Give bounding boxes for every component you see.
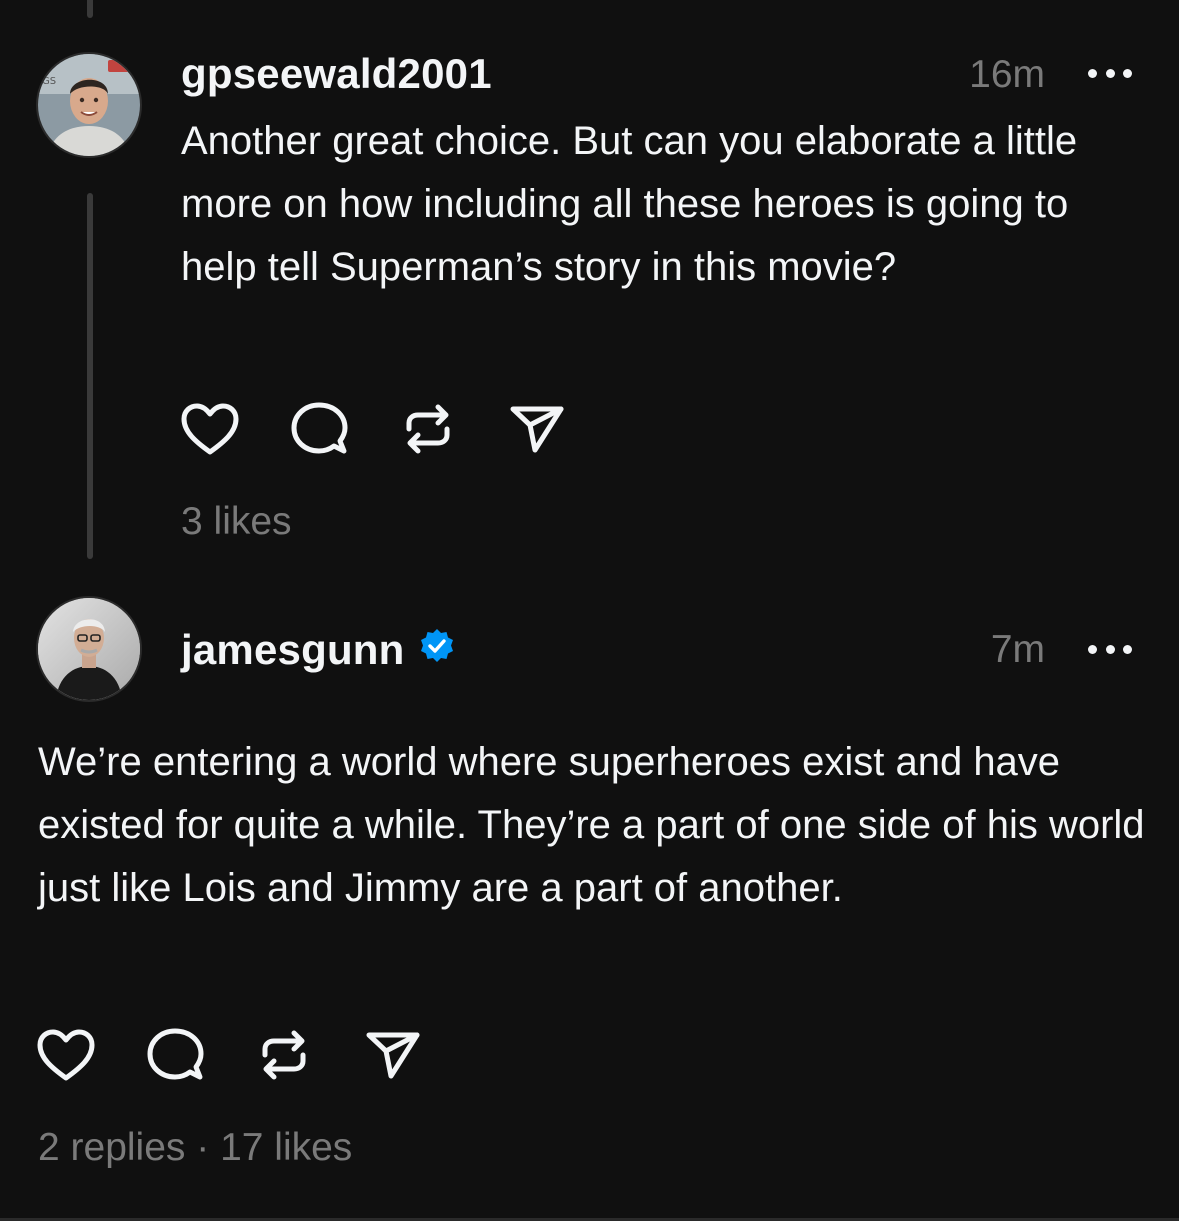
like-button[interactable] — [180, 399, 240, 459]
username[interactable]: gpseewald2001 — [181, 50, 492, 98]
share-button[interactable] — [363, 1025, 423, 1085]
like-button[interactable] — [36, 1025, 96, 1085]
username-text: jamesgunn — [181, 626, 405, 673]
comment-bubble-icon — [291, 402, 348, 454]
thread-line — [87, 193, 93, 559]
comment-bubble-icon — [147, 1028, 204, 1080]
user-photo-icon: GS — [38, 54, 140, 156]
share-button[interactable] — [507, 399, 567, 459]
repost-icon — [262, 1030, 306, 1080]
send-icon — [366, 1032, 420, 1079]
likes-count[interactable]: 3 likes — [181, 500, 292, 544]
verified-badge-icon — [419, 626, 455, 674]
action-bar — [180, 399, 616, 459]
repost-button[interactable] — [398, 399, 458, 459]
more-dots-icon[interactable] — [1088, 639, 1132, 659]
heart-icon — [37, 1029, 95, 1081]
avatar[interactable]: GS — [36, 52, 142, 158]
timestamp: 7m — [990, 628, 1045, 671]
repost-icon — [406, 404, 450, 454]
replies-likes-count[interactable]: 2 replies · 17 likes — [38, 1126, 352, 1170]
thread-line-top — [87, 0, 93, 18]
reply-button[interactable] — [289, 399, 349, 459]
repost-button[interactable] — [254, 1025, 314, 1085]
post-text: We’re entering a world where superheroes… — [38, 740, 1145, 910]
username[interactable]: jamesgunn — [181, 626, 455, 677]
send-icon — [510, 406, 564, 453]
more-dots-icon[interactable] — [1088, 63, 1132, 83]
timestamp: 16m — [969, 53, 1045, 96]
svg-text:GS: GS — [42, 76, 56, 87]
avatar[interactable] — [36, 596, 142, 702]
action-bar — [36, 1025, 472, 1085]
reply-button[interactable] — [145, 1025, 205, 1085]
user-photo-icon — [38, 598, 140, 700]
heart-icon — [181, 403, 239, 455]
post-text: Another great choice. But can you elabor… — [181, 119, 1078, 289]
